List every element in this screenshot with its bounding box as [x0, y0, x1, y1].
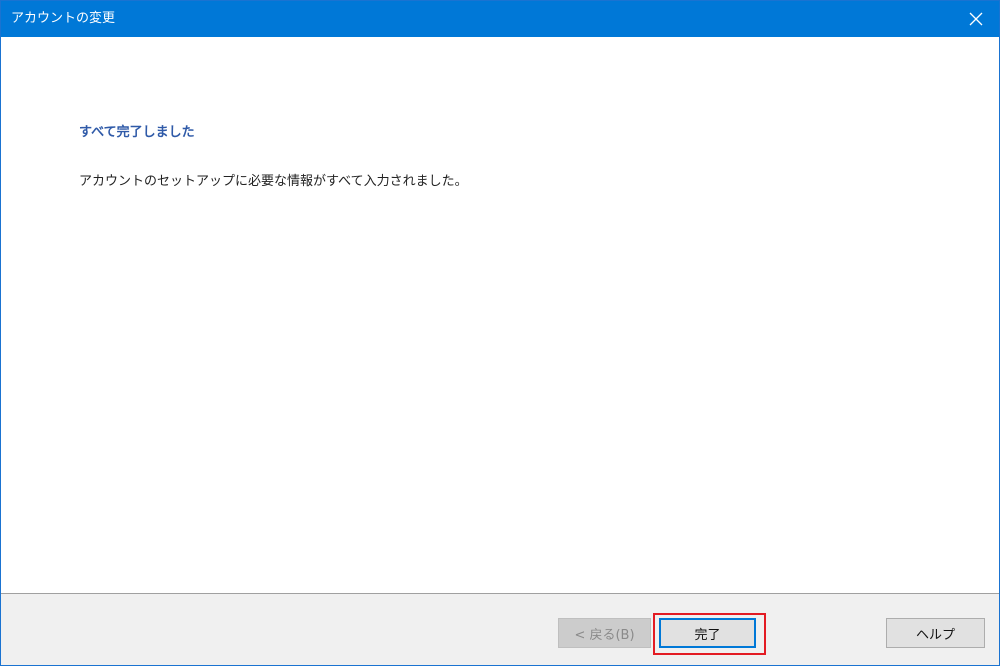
- button-bar: < 戻る(B) 完了 ヘルプ: [1, 593, 999, 665]
- completion-message: アカウントのセットアップに必要な情報がすべて入力されました。: [79, 174, 468, 189]
- finish-button[interactable]: 完了: [659, 618, 756, 648]
- help-button[interactable]: ヘルプ: [886, 618, 985, 648]
- completion-heading: すべて完了しました: [79, 125, 195, 140]
- close-icon: [969, 12, 983, 26]
- window-title: アカウントの変更: [11, 11, 116, 26]
- close-button[interactable]: [953, 1, 999, 37]
- dialog-content: すべて完了しました アカウントのセットアップに必要な情報がすべて入力されました。: [1, 37, 999, 593]
- account-change-dialog: アカウントの変更 すべて完了しました アカウントのセットアップに必要な情報がすべ…: [0, 0, 1000, 666]
- title-bar: アカウントの変更: [1, 1, 999, 37]
- back-button[interactable]: < 戻る(B): [558, 618, 651, 648]
